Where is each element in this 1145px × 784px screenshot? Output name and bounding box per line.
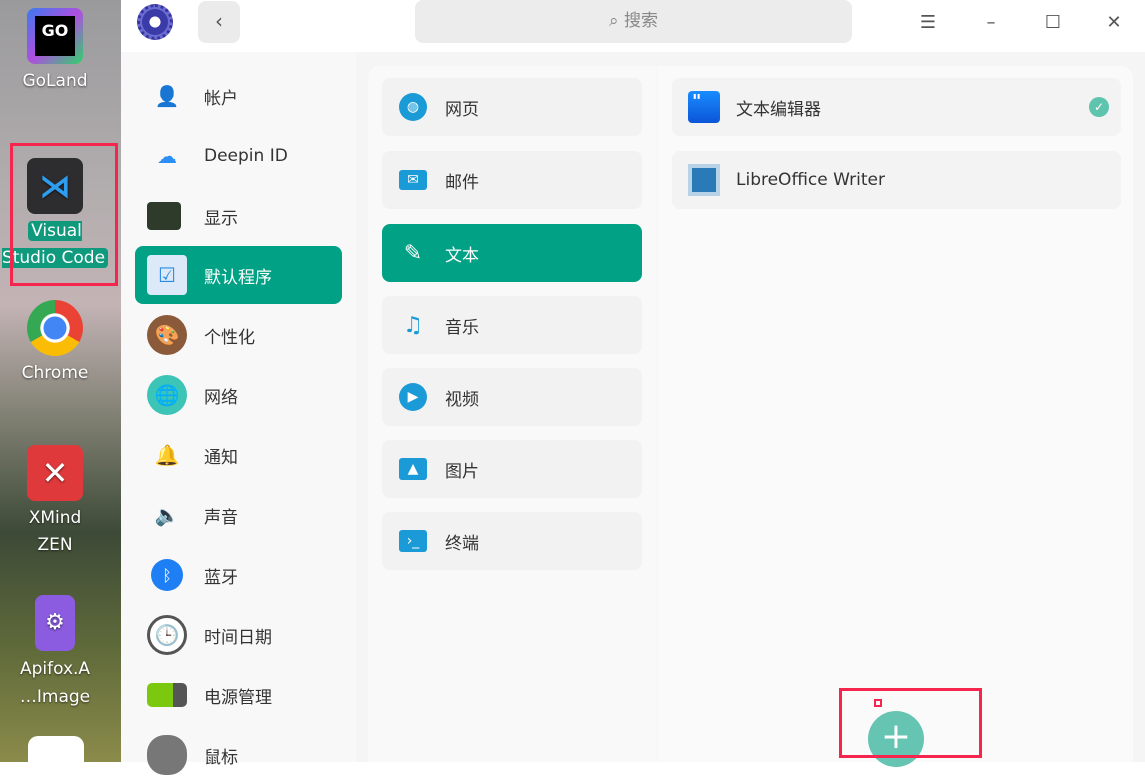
sidebar-item-label: 时间日期 bbox=[204, 627, 272, 648]
sidebar-item-label: 默认程序 bbox=[204, 267, 272, 288]
desktop: GO GoLand ⋊ Visual Studio Code Chrome ✕ … bbox=[0, 0, 121, 776]
network-globe-icon: 🌐 bbox=[147, 375, 187, 415]
search-placeholder: 搜索 bbox=[623, 11, 658, 31]
cursor-marker bbox=[874, 699, 882, 707]
sidebar-item-label: Deepin ID bbox=[204, 146, 288, 166]
palette-icon: 🎨 bbox=[147, 315, 187, 355]
app-item-libreoffice-writer[interactable]: LibreOffice Writer bbox=[672, 151, 1121, 209]
cloud-icon: ☁ bbox=[157, 144, 177, 168]
app-label: 文本编辑器 bbox=[736, 99, 821, 120]
terminal-icon: ›_ bbox=[399, 530, 427, 552]
speaker-icon: 🔈 bbox=[154, 503, 180, 527]
sidebar-item-label: 网络 bbox=[204, 387, 238, 408]
category-mail[interactable]: ✉ 邮件 bbox=[382, 151, 642, 209]
play-icon: ▶ bbox=[399, 383, 427, 411]
sidebar-item-deepin-id[interactable]: ☁ Deepin ID bbox=[135, 127, 342, 185]
sidebar-item-label: 鼠标 bbox=[204, 747, 238, 768]
mail-icon: ✉ bbox=[399, 170, 427, 190]
close-button[interactable]: ✕ bbox=[1099, 8, 1129, 38]
app-list-panel: " 文本编辑器 ✓ LibreOffice Writer bbox=[658, 66, 1133, 762]
account-icon: 👤 bbox=[154, 84, 180, 108]
libreoffice-writer-icon bbox=[688, 164, 720, 196]
sidebar-item-mouse[interactable]: 鼠标 bbox=[135, 726, 342, 784]
music-icon: ♫ bbox=[403, 312, 423, 338]
highlight-box bbox=[839, 688, 982, 758]
battery-icon bbox=[147, 683, 187, 707]
minimize-button[interactable]: – bbox=[976, 8, 1006, 38]
sidebar-item-display[interactable]: 显示 bbox=[135, 187, 342, 245]
clock-icon: 🕒 bbox=[147, 615, 187, 655]
category-web[interactable]: ◍ 网页 bbox=[382, 78, 642, 136]
image-icon: ▲ bbox=[399, 458, 427, 480]
monitor-icon bbox=[147, 202, 181, 230]
globe-icon: ◍ bbox=[399, 93, 427, 121]
sidebar-item-notifications[interactable]: 🔔 通知 bbox=[135, 426, 342, 484]
sidebar-item-network[interactable]: 🌐 网络 bbox=[135, 366, 342, 424]
control-center-logo-icon bbox=[137, 4, 173, 40]
category-picture[interactable]: ▲ 图片 bbox=[382, 440, 642, 498]
search-input[interactable]: ⌕ 搜索 bbox=[415, 0, 852, 43]
checkmark-icon: ✓ bbox=[1089, 97, 1109, 117]
search-icon: ⌕ bbox=[609, 11, 624, 31]
category-label: 终端 bbox=[445, 533, 479, 554]
category-terminal[interactable]: ›_ 终端 bbox=[382, 512, 642, 570]
sidebar-item-label: 帐户 bbox=[204, 88, 238, 109]
category-label: 图片 bbox=[445, 461, 479, 482]
bell-icon: 🔔 bbox=[154, 443, 180, 467]
app-item-text-editor[interactable]: " 文本编辑器 ✓ bbox=[672, 78, 1121, 136]
desktop-icon-goland[interactable]: GO GoLand bbox=[0, 8, 110, 95]
app-label: LibreOffice Writer bbox=[736, 170, 885, 190]
mouse-icon bbox=[147, 735, 187, 775]
default-apps-icon: ☑ bbox=[147, 255, 187, 295]
category-label: 邮件 bbox=[445, 172, 479, 193]
desktop-icon-xmind[interactable]: ✕ XMind ZEN bbox=[0, 445, 110, 559]
apifox-file-icon: ⚙ bbox=[35, 595, 75, 651]
sidebar-item-label: 声音 bbox=[204, 507, 238, 528]
text-editor-icon: " bbox=[688, 91, 720, 123]
category-panel: ◍ 网页 ✉ 邮件 ✎ 文本 ♫ 音乐 ▶ 视频 ▲ 图片 ›_ 终端 bbox=[368, 66, 657, 762]
bluetooth-icon: ᛒ bbox=[151, 559, 183, 591]
desktop-icon-chrome[interactable]: Chrome bbox=[0, 300, 110, 387]
sidebar-item-label: 通知 bbox=[204, 447, 238, 468]
sidebar-item-datetime[interactable]: 🕒 时间日期 bbox=[135, 606, 342, 664]
pencil-icon: ✎ bbox=[403, 240, 423, 266]
category-music[interactable]: ♫ 音乐 bbox=[382, 296, 642, 354]
sidebar-item-default-apps[interactable]: ☑ 默认程序 bbox=[135, 246, 342, 304]
sidebar-item-label: 电源管理 bbox=[204, 687, 272, 708]
titlebar: ‹ ⌕ 搜索 ☰ – ☐ ✕ bbox=[121, 0, 1145, 52]
sidebar-item-label: 蓝牙 bbox=[204, 567, 238, 588]
highlight-box bbox=[10, 143, 118, 286]
back-button[interactable]: ‹ bbox=[198, 1, 240, 43]
goland-icon: GO bbox=[27, 8, 83, 64]
category-label: 音乐 bbox=[445, 317, 479, 338]
xmind-icon: ✕ bbox=[27, 445, 83, 501]
chrome-icon bbox=[27, 300, 83, 356]
control-center-window: ‹ ⌕ 搜索 ☰ – ☐ ✕ 👤 帐户 ☁ Deepin ID 显示 ☑ 默认程序 🎨… bbox=[121, 0, 1145, 775]
menu-button[interactable]: ☰ bbox=[913, 8, 943, 38]
category-text[interactable]: ✎ 文本 bbox=[382, 224, 642, 282]
desktop-icon-label: XMind ZEN bbox=[28, 508, 82, 555]
app-icon-partial[interactable] bbox=[28, 736, 84, 776]
desktop-icon-label: GoLand bbox=[22, 71, 88, 91]
sidebar-item-label: 显示 bbox=[204, 208, 238, 229]
sidebar-item-label: 个性化 bbox=[204, 327, 255, 348]
desktop-icon-apifox[interactable]: ⚙ Apifox.A …Image bbox=[0, 595, 110, 711]
sidebar-item-accounts[interactable]: 👤 帐户 bbox=[135, 67, 342, 125]
category-label: 网页 bbox=[445, 99, 479, 120]
category-label: 视频 bbox=[445, 389, 479, 410]
desktop-icon-label: Apifox.A …Image bbox=[19, 659, 91, 707]
sidebar-item-bluetooth[interactable]: ᛒ 蓝牙 bbox=[135, 546, 342, 604]
desktop-icon-label: Chrome bbox=[21, 363, 89, 383]
category-label: 文本 bbox=[445, 245, 479, 266]
sidebar-item-sound[interactable]: 🔈 声音 bbox=[135, 486, 342, 544]
category-video[interactable]: ▶ 视频 bbox=[382, 368, 642, 426]
sidebar-item-personalization[interactable]: 🎨 个性化 bbox=[135, 306, 342, 364]
sidebar-item-power[interactable]: 电源管理 bbox=[135, 666, 342, 724]
sidebar: 👤 帐户 ☁ Deepin ID 显示 ☑ 默认程序 🎨 个性化 🌐 网络 🔔 通知 🔈 声音… bbox=[121, 52, 356, 775]
maximize-button[interactable]: ☐ bbox=[1038, 8, 1068, 38]
